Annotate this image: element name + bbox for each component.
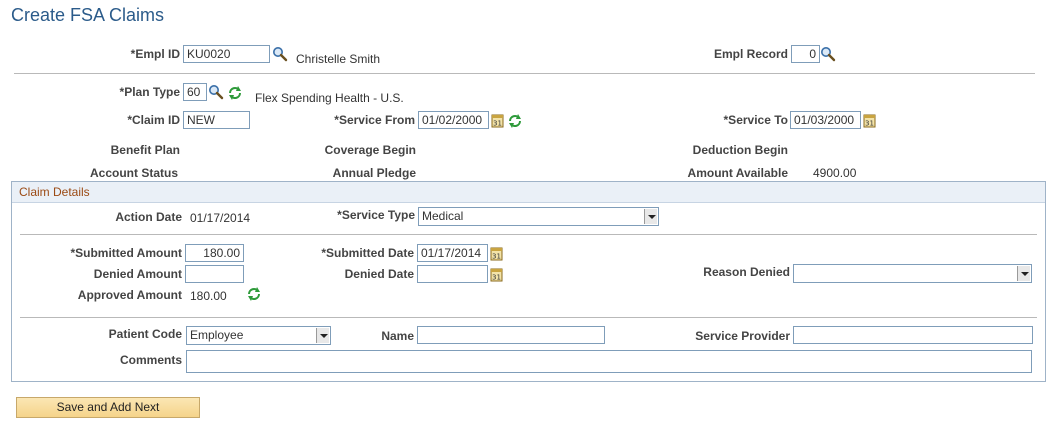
save-and-add-next-button[interactable]: Save and Add Next	[16, 397, 200, 418]
claim-id-input[interactable]: NEW	[183, 111, 250, 129]
name-input[interactable]	[417, 326, 605, 344]
divider	[20, 234, 1037, 235]
empl-id-input[interactable]: KU0020	[183, 45, 270, 63]
annual-pledge-label: Annual Pledge	[332, 166, 416, 180]
service-from-input[interactable]: 01/02/2000	[418, 111, 489, 129]
refresh-icon[interactable]	[507, 113, 523, 129]
magnifier-icon[interactable]	[820, 46, 836, 62]
reason-denied-select[interactable]	[793, 264, 1032, 283]
comments-label: Comments	[119, 353, 182, 367]
service-to-input[interactable]: 01/03/2000	[790, 111, 861, 129]
name-label: Name	[381, 329, 414, 343]
service-type-label: *Service Type	[337, 208, 415, 222]
plan-type-input[interactable]: 60	[183, 83, 207, 101]
service-from-label: *Service From	[334, 113, 415, 127]
reason-denied-label: Reason Denied	[703, 265, 790, 279]
empl-record-input[interactable]: 0	[791, 45, 820, 63]
claim-details-header: Claim Details	[12, 182, 1045, 203]
calendar-icon[interactable]	[862, 113, 878, 129]
chevron-down-icon[interactable]	[644, 209, 657, 224]
calendar-icon[interactable]	[489, 267, 505, 283]
magnifier-icon[interactable]	[208, 84, 224, 100]
amount-available-value: 4900.00	[813, 166, 857, 180]
submitted-date-label: *Submitted Date	[321, 246, 414, 260]
comments-textarea[interactable]	[186, 350, 1032, 373]
patient-code-select[interactable]: Employee	[186, 326, 331, 345]
account-status-label: Account Status	[89, 166, 178, 180]
deduction-begin-label: Deduction Begin	[692, 143, 788, 157]
approved-amount-value: 180.00	[190, 289, 227, 303]
plan-type-label: *Plan Type	[119, 85, 180, 99]
chevron-down-icon[interactable]	[1017, 266, 1030, 281]
calendar-icon[interactable]	[490, 113, 506, 129]
employee-name: Christelle Smith	[296, 52, 381, 66]
plan-description: Flex Spending Health - U.S.	[255, 91, 404, 105]
empl-record-label: Empl Record	[713, 47, 788, 61]
submitted-amount-label: *Submitted Amount	[70, 246, 182, 260]
service-provider-input[interactable]	[793, 326, 1033, 344]
coverage-begin-label: Coverage Begin	[324, 143, 416, 157]
benefit-plan-label: Benefit Plan	[110, 143, 180, 157]
approved-amount-label: Approved Amount	[77, 288, 182, 302]
chevron-down-icon[interactable]	[316, 328, 329, 343]
refresh-icon[interactable]	[227, 85, 243, 101]
claim-id-label: *Claim ID	[127, 113, 180, 127]
submitted-date-input[interactable]: 01/17/2014	[417, 244, 488, 262]
action-date-label: Action Date	[115, 210, 182, 224]
service-to-label: *Service To	[723, 113, 788, 127]
action-date-value: 01/17/2014	[190, 211, 251, 225]
service-type-value: Medical	[422, 209, 464, 223]
patient-code-label: Patient Code	[108, 327, 182, 341]
calendar-icon[interactable]	[489, 246, 505, 262]
service-provider-label: Service Provider	[695, 329, 790, 343]
magnifier-icon[interactable]	[272, 46, 288, 62]
patient-code-value: Employee	[190, 328, 244, 342]
denied-date-input[interactable]	[417, 265, 488, 283]
divider	[14, 73, 1035, 74]
submitted-amount-input[interactable]: 180.00	[185, 244, 244, 262]
empl-id-label: *Empl ID	[130, 47, 180, 61]
page-title: Create FSA Claims	[11, 5, 165, 25]
denied-amount-label: Denied Amount	[93, 267, 182, 281]
amount-available-label: Amount Available	[687, 166, 788, 180]
refresh-icon[interactable]	[246, 286, 262, 302]
divider	[20, 317, 1037, 318]
service-type-select[interactable]: Medical	[418, 207, 659, 226]
denied-date-label: Denied Date	[344, 267, 414, 281]
denied-amount-input[interactable]	[185, 265, 244, 283]
